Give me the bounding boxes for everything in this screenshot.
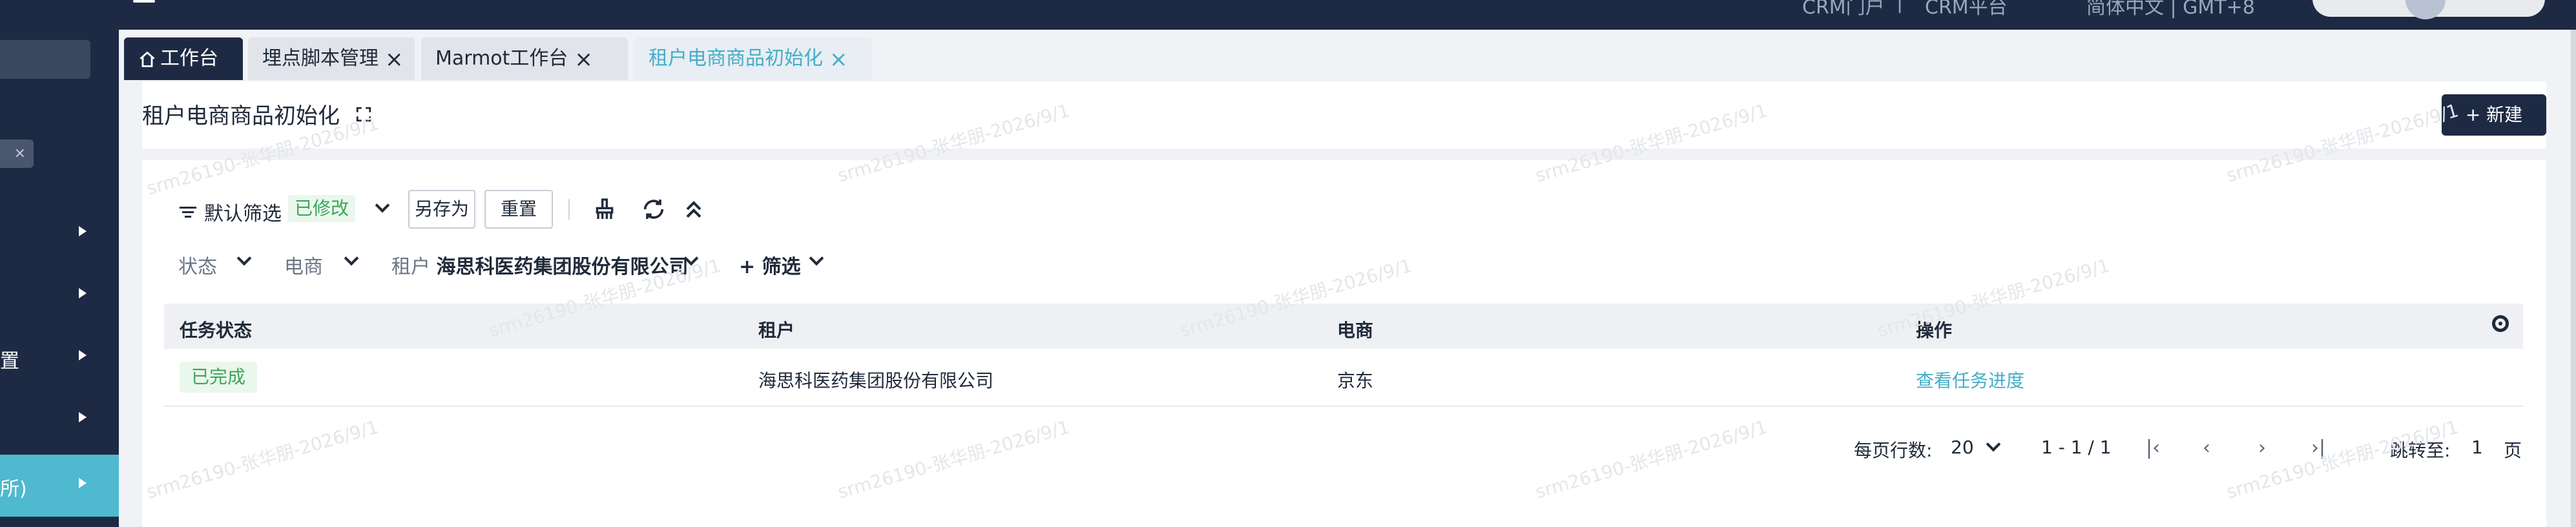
jump-label: 跳转至: xyxy=(2390,440,2451,461)
sidebar: × 置 所) xyxy=(0,30,119,527)
crm-platform-menu[interactable]: CRM平台 xyxy=(1925,0,2008,19)
tab-label: 租户电商商品初始化 xyxy=(649,47,823,70)
save-as-button[interactable]: 另存为 xyxy=(408,190,475,229)
tab-marmot[interactable]: Marmot工作台 × xyxy=(421,37,628,80)
menu-icon[interactable] xyxy=(133,0,155,12)
broom-icon[interactable] xyxy=(592,196,618,222)
table-row: 已完成 海思科医药集团股份有限公司 京东 查看任务进度 xyxy=(164,349,2523,407)
tenant-filter-label: 租户 xyxy=(391,256,430,278)
sidebar-item-2[interactable] xyxy=(0,265,119,327)
top-bar: CRM门户 | CRM平台 简体中文 | GMT+8 xyxy=(0,0,2576,30)
platform-filter[interactable]: 电商 xyxy=(284,251,323,279)
content-card: 默认筛选 已修改 另存为 重置 状态 电商 租户 海思科医药集团股份有限公司 +… xyxy=(142,160,2546,527)
locale-timezone[interactable]: 简体中文 | GMT+8 xyxy=(2086,0,2255,19)
tenant-cell: 海思科医药集团股份有限公司 xyxy=(758,370,994,391)
column-header: 操作 xyxy=(1916,320,1953,341)
view-progress-link[interactable]: 查看任务进度 xyxy=(1916,367,2024,393)
close-icon[interactable]: × xyxy=(385,48,404,70)
sidebar-item-active[interactable]: 所) xyxy=(0,455,119,517)
last-page-icon[interactable]: ›| xyxy=(2311,437,2325,459)
tenant-filter[interactable]: 租户 海思科医药集团股份有限公司 xyxy=(391,251,689,279)
close-icon[interactable]: × xyxy=(574,48,593,70)
chevron-down-icon[interactable] xyxy=(236,251,252,266)
add-filter-button[interactable]: + 筛选 xyxy=(739,251,801,279)
divider xyxy=(568,199,570,220)
tab-tenant-product-init[interactable]: 租户电商商品初始化 × xyxy=(634,37,872,80)
new-button[interactable]: + 新建 xyxy=(2442,94,2546,136)
close-icon[interactable]: × xyxy=(829,48,848,70)
tab-tracking-scripts[interactable]: 埋点脚本管理 × xyxy=(248,37,415,80)
column-header: 电商 xyxy=(1337,320,1374,341)
prev-page-icon[interactable]: ‹ xyxy=(2203,437,2210,459)
page-input[interactable]: 1 xyxy=(2471,437,2483,458)
sidebar-clear-tag[interactable]: × xyxy=(0,140,34,168)
sidebar-search-input[interactable] xyxy=(0,40,90,79)
rows-per-page-label: 每页行数: xyxy=(1854,440,1933,461)
refresh-icon[interactable] xyxy=(641,196,667,222)
rows-per-page-select[interactable]: 20 xyxy=(1951,437,1974,458)
column-header: 任务状态 xyxy=(180,320,253,341)
page-title: 租户电商商品初始化 xyxy=(142,103,340,129)
fullscreen-icon[interactable] xyxy=(355,106,372,123)
home-icon xyxy=(140,51,155,67)
page-unit: 页 xyxy=(2504,440,2522,461)
reset-button[interactable]: 重置 xyxy=(484,190,553,229)
sidebar-item-label: 置 xyxy=(0,350,19,373)
gear-icon[interactable] xyxy=(2492,315,2509,332)
page-header: 租户电商商品初始化 + 新建 xyxy=(142,81,2546,149)
sidebar-item-1[interactable] xyxy=(0,203,119,265)
platform-filter-label: 电商 xyxy=(284,256,323,278)
tab-label: 埋点脚本管理 xyxy=(262,47,379,70)
filter-preset-name[interactable]: 默认筛选 xyxy=(204,198,282,226)
collapse-icon[interactable] xyxy=(681,196,707,222)
chevron-right-icon xyxy=(79,412,87,422)
tab-label: Marmot工作台 xyxy=(435,47,568,70)
pagination: 每页行数: 20 1 - 1 / 1 |‹ ‹ › ›| 跳转至: 1 页 xyxy=(1854,434,2523,466)
status-filter[interactable]: 状态 xyxy=(178,251,217,279)
sidebar-item-4[interactable] xyxy=(0,389,119,451)
chevron-down-icon[interactable] xyxy=(1986,437,2001,452)
chevron-right-icon xyxy=(79,350,87,360)
filter-icon xyxy=(178,204,198,218)
chevron-right-icon xyxy=(79,226,87,236)
tab-label: 工作台 xyxy=(160,47,218,70)
chevron-down-icon[interactable] xyxy=(809,251,824,266)
sidebar-item-3[interactable]: 置 xyxy=(0,327,119,389)
status-badge: 已完成 xyxy=(180,362,258,393)
page-scrollbar[interactable] xyxy=(2571,30,2576,527)
topbar-divider: | xyxy=(1896,0,1904,14)
filter-toolbar: 默认筛选 已修改 另存为 重置 xyxy=(178,190,953,231)
platform-cell: 京东 xyxy=(1337,370,1374,391)
chevron-down-icon[interactable] xyxy=(375,198,390,213)
chevron-down-icon[interactable] xyxy=(344,251,359,266)
tab-bar: 工作台 埋点脚本管理 × Marmot工作台 × 租户电商商品初始化 × xyxy=(119,30,2576,81)
next-page-icon[interactable]: › xyxy=(2258,437,2266,459)
status-filter-label: 状态 xyxy=(178,256,217,278)
sidebar-item-label: 所) xyxy=(0,478,27,501)
table-header: 任务状态 租户 电商 操作 xyxy=(164,304,2523,349)
chevron-right-icon xyxy=(79,478,87,488)
chevron-right-icon xyxy=(79,288,87,298)
page-range: 1 - 1 / 1 xyxy=(2041,437,2112,458)
column-header: 租户 xyxy=(758,320,795,341)
filter-conditions: 状态 电商 租户 海思科医药集团股份有限公司 + 筛选 xyxy=(178,251,953,283)
tenant-filter-value: 海思科医药集团股份有限公司 xyxy=(436,256,689,278)
tab-workbench[interactable]: 工作台 xyxy=(124,37,243,80)
crm-portal-link[interactable]: CRM门户 xyxy=(1802,0,1885,19)
modified-badge: 已修改 xyxy=(288,195,356,222)
first-page-icon[interactable]: |‹ xyxy=(2146,437,2160,459)
